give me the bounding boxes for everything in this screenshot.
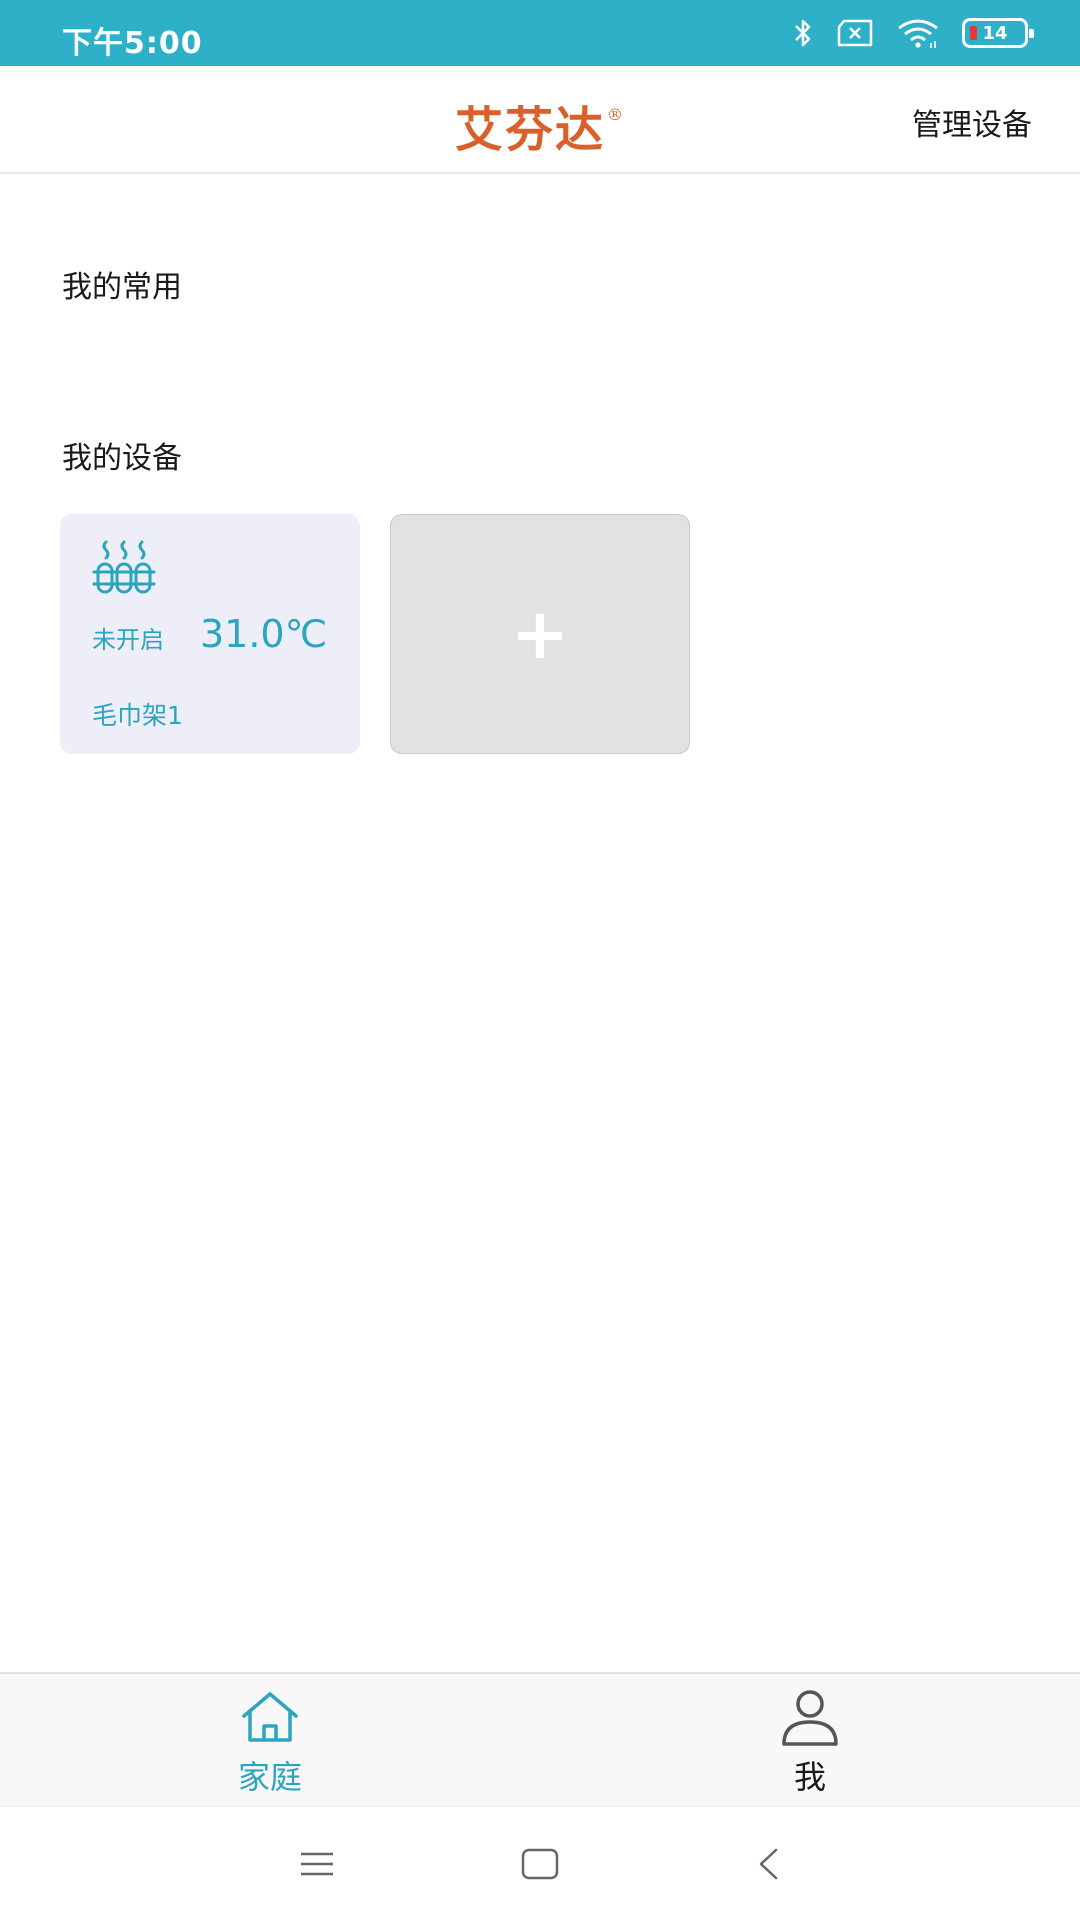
tab-bar: 家庭 我	[0, 1672, 1080, 1806]
battery-level: 14	[982, 22, 1008, 44]
status-icons: 14	[792, 18, 1034, 48]
menu-icon	[301, 1852, 333, 1876]
battery-low-indicator	[970, 26, 977, 40]
system-nav-bar	[0, 1806, 1080, 1920]
home-nav-button[interactable]	[510, 1839, 570, 1889]
sim-error-icon	[837, 19, 873, 47]
person-icon	[782, 1690, 838, 1746]
home-square-icon	[521, 1848, 559, 1880]
bluetooth-icon	[795, 19, 811, 47]
brand-logo-text: 艾芬达	[454, 102, 605, 158]
registered-mark: ®	[607, 105, 625, 124]
towel-rack-icon	[92, 540, 156, 594]
favorites-title: 我的常用	[62, 270, 182, 305]
device-temperature: 31.0℃	[200, 612, 328, 656]
add-device-button[interactable]: +	[390, 514, 690, 754]
menu-button[interactable]	[287, 1839, 347, 1889]
devices-title: 我的设备	[62, 441, 182, 476]
manage-devices-button[interactable]: 管理设备	[912, 100, 1032, 144]
wifi-icon	[898, 19, 938, 48]
tab-me-label: 我	[793, 1758, 826, 1796]
back-icon	[759, 1848, 778, 1880]
device-card[interactable]: 未开启 31.0℃ 毛巾架1	[60, 514, 360, 754]
battery-icon: 14	[962, 18, 1034, 48]
tab-me[interactable]: 我	[730, 1688, 890, 1798]
tab-home[interactable]: 家庭	[190, 1688, 350, 1798]
tab-home-label: 家庭	[237, 1758, 302, 1796]
device-status: 未开启	[92, 626, 164, 654]
device-name: 毛巾架1	[92, 701, 183, 730]
status-time: 下午5:00	[62, 26, 203, 61]
back-nav-button[interactable]	[738, 1839, 798, 1889]
plus-icon: +	[510, 593, 570, 675]
home-icon	[242, 1692, 298, 1742]
app-header: 艾芬达 ® 管理设备	[0, 66, 1080, 174]
status-bar: 下午5:00 14	[0, 0, 1080, 66]
